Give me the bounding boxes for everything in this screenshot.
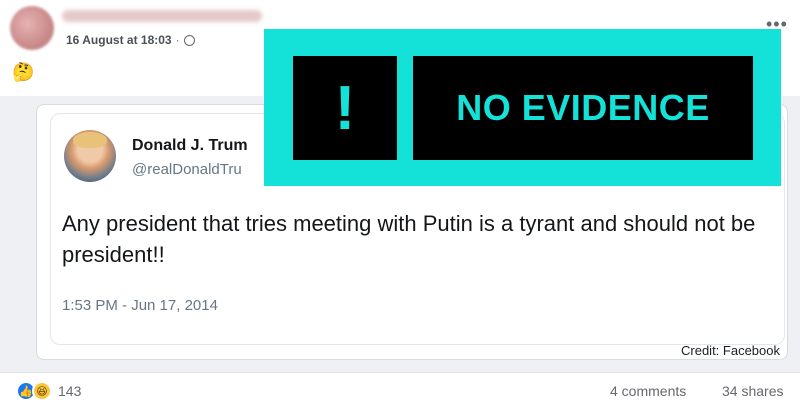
haha-icon: 😆 [32,381,52,401]
author-avatar[interactable] [10,6,54,50]
post-body-emoji: 🤔 [12,62,35,82]
reaction-count[interactable]: 143 [58,383,81,399]
reactions-summary[interactable]: 👍 😆 143 [16,381,81,401]
meta-separator: · [175,33,180,47]
author-name-blurred[interactable] [62,10,262,22]
tweet-timestamp: 1:53 PM - Jun 17, 2014 [62,297,218,314]
globe-icon [183,34,195,46]
post-meta: 16 August at 18:03 · [66,33,195,47]
shares-link[interactable]: 34 shares [722,383,783,399]
comments-link[interactable]: 4 comments [610,383,686,399]
tweet-text: Any president that tries meeting with Pu… [62,211,756,267]
image-credit: Credit: Facebook [681,343,780,358]
tweet-author-name: Donald J. Trum [132,137,248,154]
fact-check-label: NO EVIDENCE [413,56,753,160]
tweet-author-handle: @realDonaldTru [132,161,242,178]
post-timestamp[interactable]: 16 August at 18:03 [66,33,172,47]
warning-icon: ! [293,56,397,160]
tweet-avatar [64,130,116,182]
